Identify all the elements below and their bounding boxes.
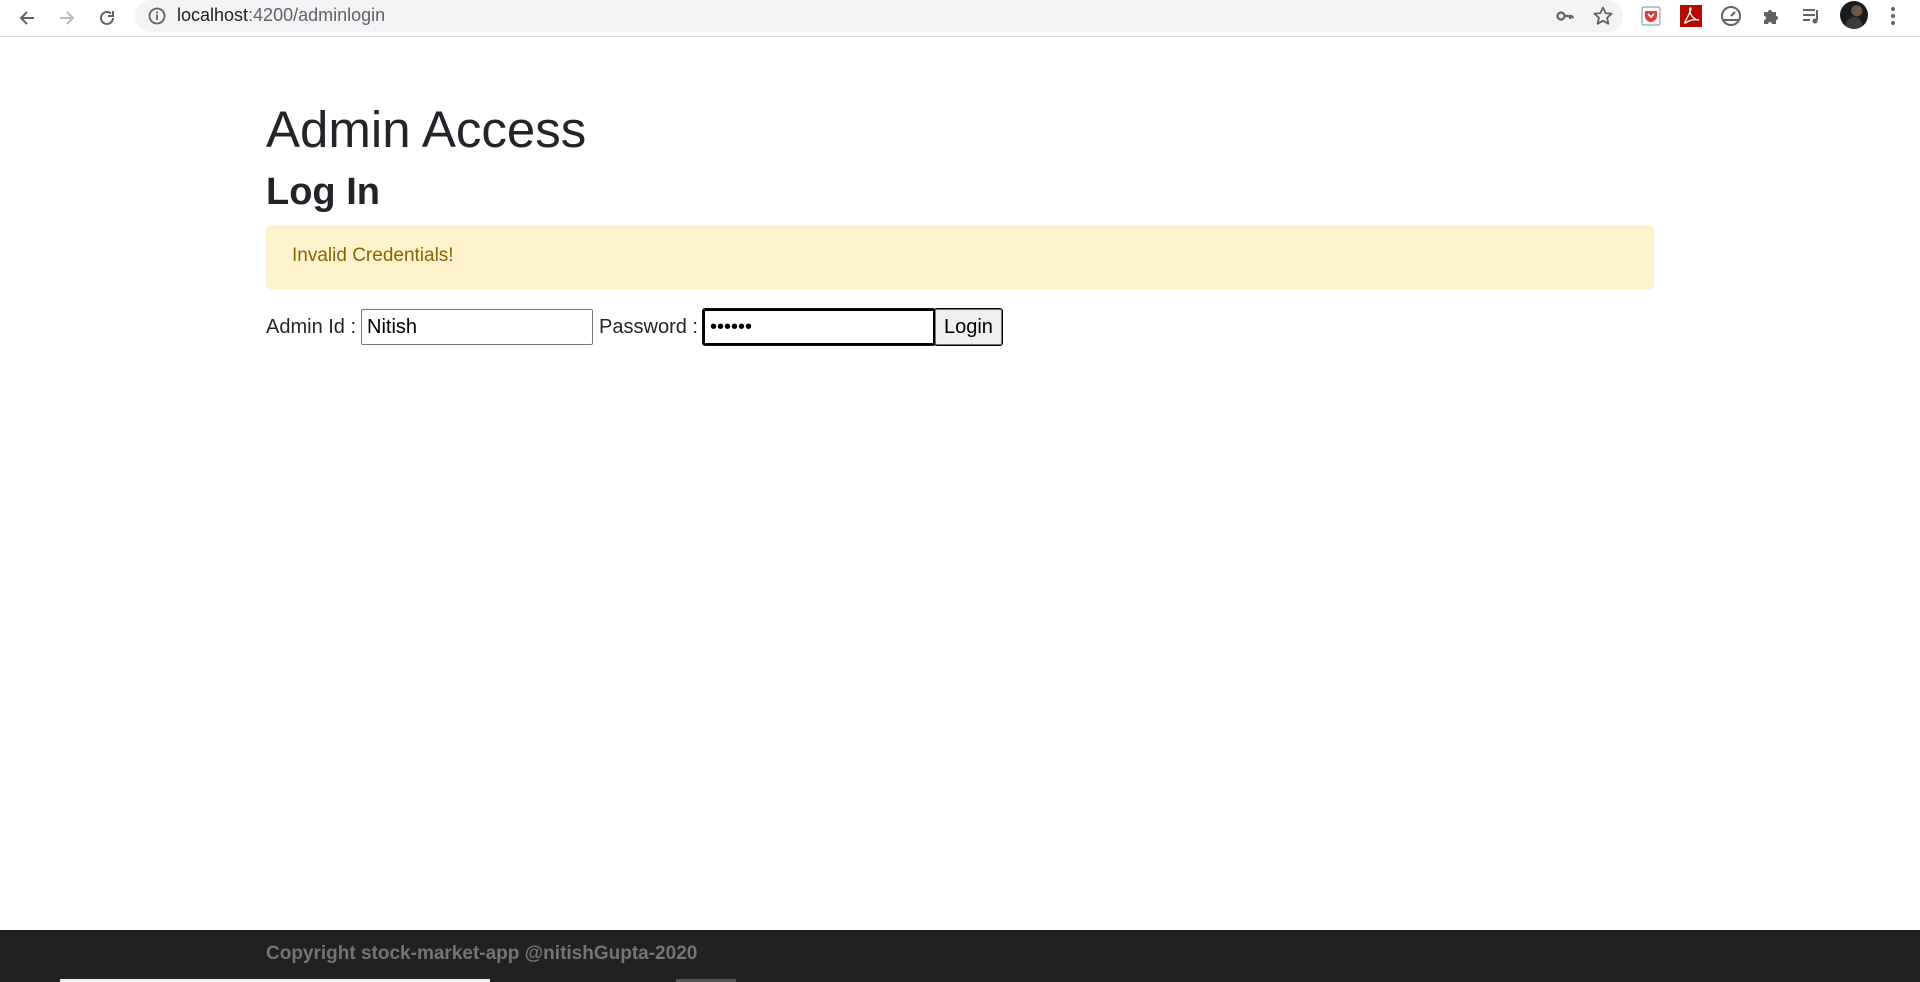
back-button[interactable] <box>12 3 42 33</box>
login-form: Admin Id : Password : Login <box>266 308 1003 346</box>
login-heading: Log In <box>266 171 380 213</box>
login-button[interactable]: Login <box>933 308 1003 346</box>
footer: Copyright stock-market-app @nitishGupta-… <box>0 930 1920 982</box>
puzzle-icon[interactable] <box>1757 2 1785 30</box>
arrow-left-icon <box>19 11 34 25</box>
url-host: localhost <box>177 5 249 25</box>
kebab-menu-icon[interactable] <box>1879 2 1907 30</box>
arrow-right-icon <box>60 11 75 25</box>
reload-button[interactable] <box>92 3 122 33</box>
url-path: :4200/adminlogin <box>248 5 386 25</box>
key-icon[interactable] <box>1553 4 1577 28</box>
pocket-icon[interactable] <box>1637 2 1665 30</box>
acrobat-icon[interactable] <box>1677 2 1705 30</box>
footer-copyright: Copyright stock-market-app @nitishGupta-… <box>266 943 698 964</box>
star-icon[interactable] <box>1591 4 1615 28</box>
browser-toolbar: localhost:4200/adminlogin <box>0 0 1920 37</box>
profile-avatar[interactable] <box>1840 1 1868 29</box>
address-bar[interactable]: localhost:4200/adminlogin <box>135 0 1623 32</box>
dashboard-icon[interactable] <box>1717 2 1745 30</box>
reload-icon <box>100 10 114 25</box>
forward-button[interactable] <box>52 3 82 33</box>
info-icon[interactable] <box>147 6 167 26</box>
url-text[interactable]: localhost:4200/adminlogin <box>177 5 385 26</box>
alert-message: Invalid Credentials! <box>292 245 454 266</box>
media-queue-icon[interactable] <box>1797 2 1825 30</box>
error-alert: Invalid Credentials! <box>266 226 1654 289</box>
password-label: Password : <box>599 315 698 338</box>
page-title: Admin Access <box>266 101 587 158</box>
admin-id-input[interactable] <box>361 309 594 345</box>
password-input[interactable] <box>701 308 936 346</box>
admin-id-label: Admin Id : <box>266 315 357 338</box>
